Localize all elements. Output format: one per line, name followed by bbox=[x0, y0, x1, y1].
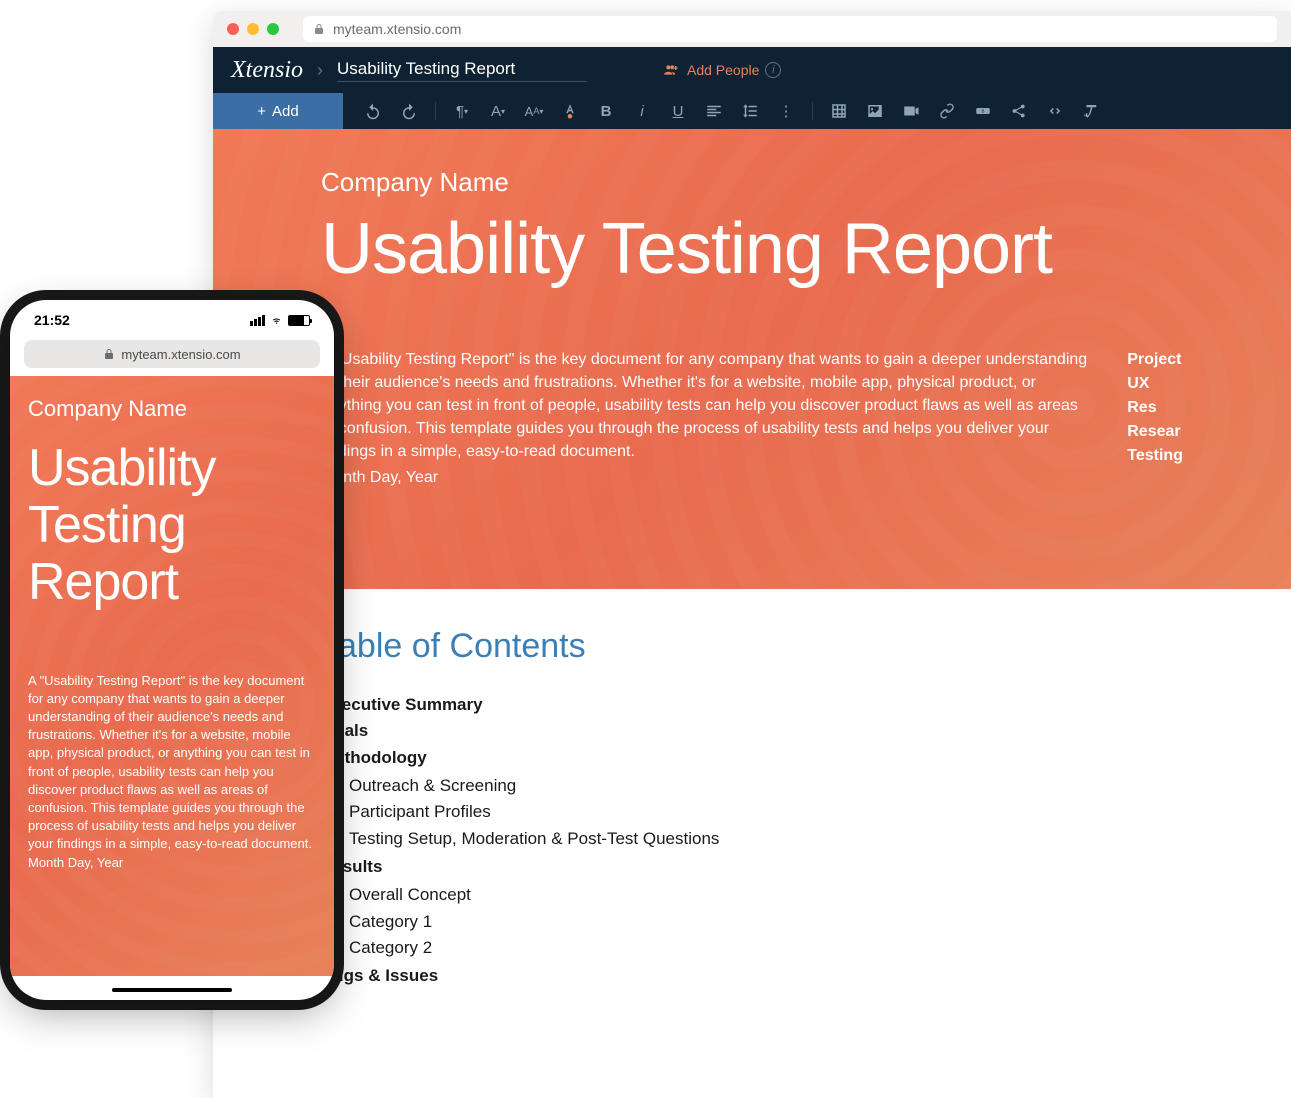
bold-icon[interactable]: B bbox=[596, 101, 616, 121]
underline-icon[interactable]: U bbox=[668, 101, 688, 121]
toc-item[interactable]: Methodology bbox=[321, 745, 1183, 771]
video-icon[interactable] bbox=[901, 101, 921, 121]
battery-icon bbox=[288, 315, 310, 326]
toc-list[interactable]: Executive SummaryGoalsMethodologyOutreac… bbox=[321, 692, 1183, 990]
share-icon[interactable] bbox=[1009, 101, 1029, 121]
company-name[interactable]: Company Name bbox=[321, 167, 1183, 198]
toc-subitem[interactable]: Overall Concept bbox=[349, 882, 1183, 908]
mobile-page-title[interactable]: Usability Testing Report bbox=[28, 440, 316, 612]
line-height-icon[interactable] bbox=[740, 101, 760, 121]
info-icon[interactable]: i bbox=[765, 62, 781, 78]
table-icon[interactable] bbox=[829, 101, 849, 121]
app-logo[interactable]: Xtensio bbox=[231, 57, 303, 84]
redo-icon[interactable] bbox=[399, 101, 419, 121]
paragraph-icon[interactable]: ¶▾ bbox=[452, 101, 472, 121]
align-icon[interactable] bbox=[704, 101, 724, 121]
chevron-right-icon: › bbox=[317, 60, 323, 81]
image-icon[interactable] bbox=[865, 101, 885, 121]
hero-section: Company Name Usability Testing Report A … bbox=[213, 129, 1291, 589]
font-size-icon[interactable]: AA▾ bbox=[524, 101, 544, 121]
signal-icon bbox=[250, 315, 265, 326]
toc-section: Table of Contents Executive SummaryGoals… bbox=[213, 589, 1291, 1028]
people-plus-icon bbox=[661, 62, 681, 78]
mobile-date[interactable]: Month Day, Year bbox=[28, 855, 316, 870]
app-header: Xtensio › Usability Testing Report Add P… bbox=[213, 47, 1291, 93]
plus-icon: + bbox=[257, 103, 266, 120]
app-toolbar: + Add ¶▾ A▾ AA▾ B i U ⋮ B bbox=[213, 93, 1291, 129]
hero-description[interactable]: A "Usability Testing Report" is the key … bbox=[321, 348, 1087, 464]
mobile-preview: 21:52 myteam.xtensio.com Company Name Us… bbox=[10, 300, 334, 1000]
toc-subitem[interactable]: Category 1 bbox=[349, 909, 1183, 935]
mobile-description[interactable]: A "Usability Testing Report" is the key … bbox=[28, 672, 316, 854]
lock-icon bbox=[103, 348, 115, 360]
toc-subitem[interactable]: Participant Profiles bbox=[349, 799, 1183, 825]
toc-item[interactable]: Goals bbox=[321, 718, 1183, 744]
toc-item[interactable]: Bugs & Issues bbox=[321, 963, 1183, 989]
desktop-browser-window: myteam.xtensio.com Xtensio › Usability T… bbox=[213, 11, 1291, 1098]
toc-item[interactable]: Executive Summary bbox=[321, 692, 1183, 718]
mobile-company-name[interactable]: Company Name bbox=[28, 396, 316, 422]
mobile-status-bar: 21:52 bbox=[10, 300, 334, 340]
link-icon[interactable] bbox=[937, 101, 957, 121]
clear-format-icon[interactable] bbox=[1081, 101, 1101, 121]
wifi-icon bbox=[269, 315, 284, 326]
mobile-url-text: myteam.xtensio.com bbox=[121, 347, 240, 362]
undo-icon[interactable] bbox=[363, 101, 383, 121]
toc-title[interactable]: Table of Contents bbox=[321, 627, 1183, 666]
toc-subitem[interactable]: Testing Setup, Moderation & Post-Test Qu… bbox=[349, 826, 1183, 852]
toc-subitem[interactable]: Category 2 bbox=[349, 935, 1183, 961]
home-indicator[interactable] bbox=[112, 988, 232, 992]
lock-icon bbox=[313, 23, 325, 35]
toc-item[interactable]: Results bbox=[321, 854, 1183, 880]
maximize-window-button[interactable] bbox=[267, 23, 279, 35]
more-icon[interactable]: ⋮ bbox=[776, 101, 796, 121]
browser-chrome: myteam.xtensio.com bbox=[213, 11, 1291, 47]
hero-meta[interactable]: Project UX Res Resear Testing bbox=[1127, 348, 1183, 489]
url-text: myteam.xtensio.com bbox=[333, 21, 461, 37]
close-window-button[interactable] bbox=[227, 23, 239, 35]
traffic-lights bbox=[227, 23, 279, 35]
svg-text:B: B bbox=[981, 109, 984, 114]
button-icon[interactable]: B bbox=[973, 101, 993, 121]
add-button[interactable]: + Add bbox=[213, 93, 343, 129]
mobile-time: 21:52 bbox=[34, 312, 70, 328]
text-color-icon[interactable] bbox=[560, 101, 580, 121]
page-title[interactable]: Usability Testing Report bbox=[321, 212, 1183, 288]
minimize-window-button[interactable] bbox=[247, 23, 259, 35]
code-icon[interactable] bbox=[1045, 101, 1065, 121]
document-title[interactable]: Usability Testing Report bbox=[337, 59, 587, 82]
mobile-hero: Company Name Usability Testing Report A … bbox=[10, 376, 334, 976]
italic-icon[interactable]: i bbox=[632, 101, 652, 121]
hero-date[interactable]: Month Day, Year bbox=[321, 466, 1087, 489]
font-family-icon[interactable]: A▾ bbox=[488, 101, 508, 121]
add-people-button[interactable]: Add People i bbox=[661, 62, 781, 78]
toc-subitem[interactable]: Outreach & Screening bbox=[349, 773, 1183, 799]
mobile-address-bar[interactable]: myteam.xtensio.com bbox=[24, 340, 320, 368]
address-bar[interactable]: myteam.xtensio.com bbox=[303, 16, 1277, 42]
